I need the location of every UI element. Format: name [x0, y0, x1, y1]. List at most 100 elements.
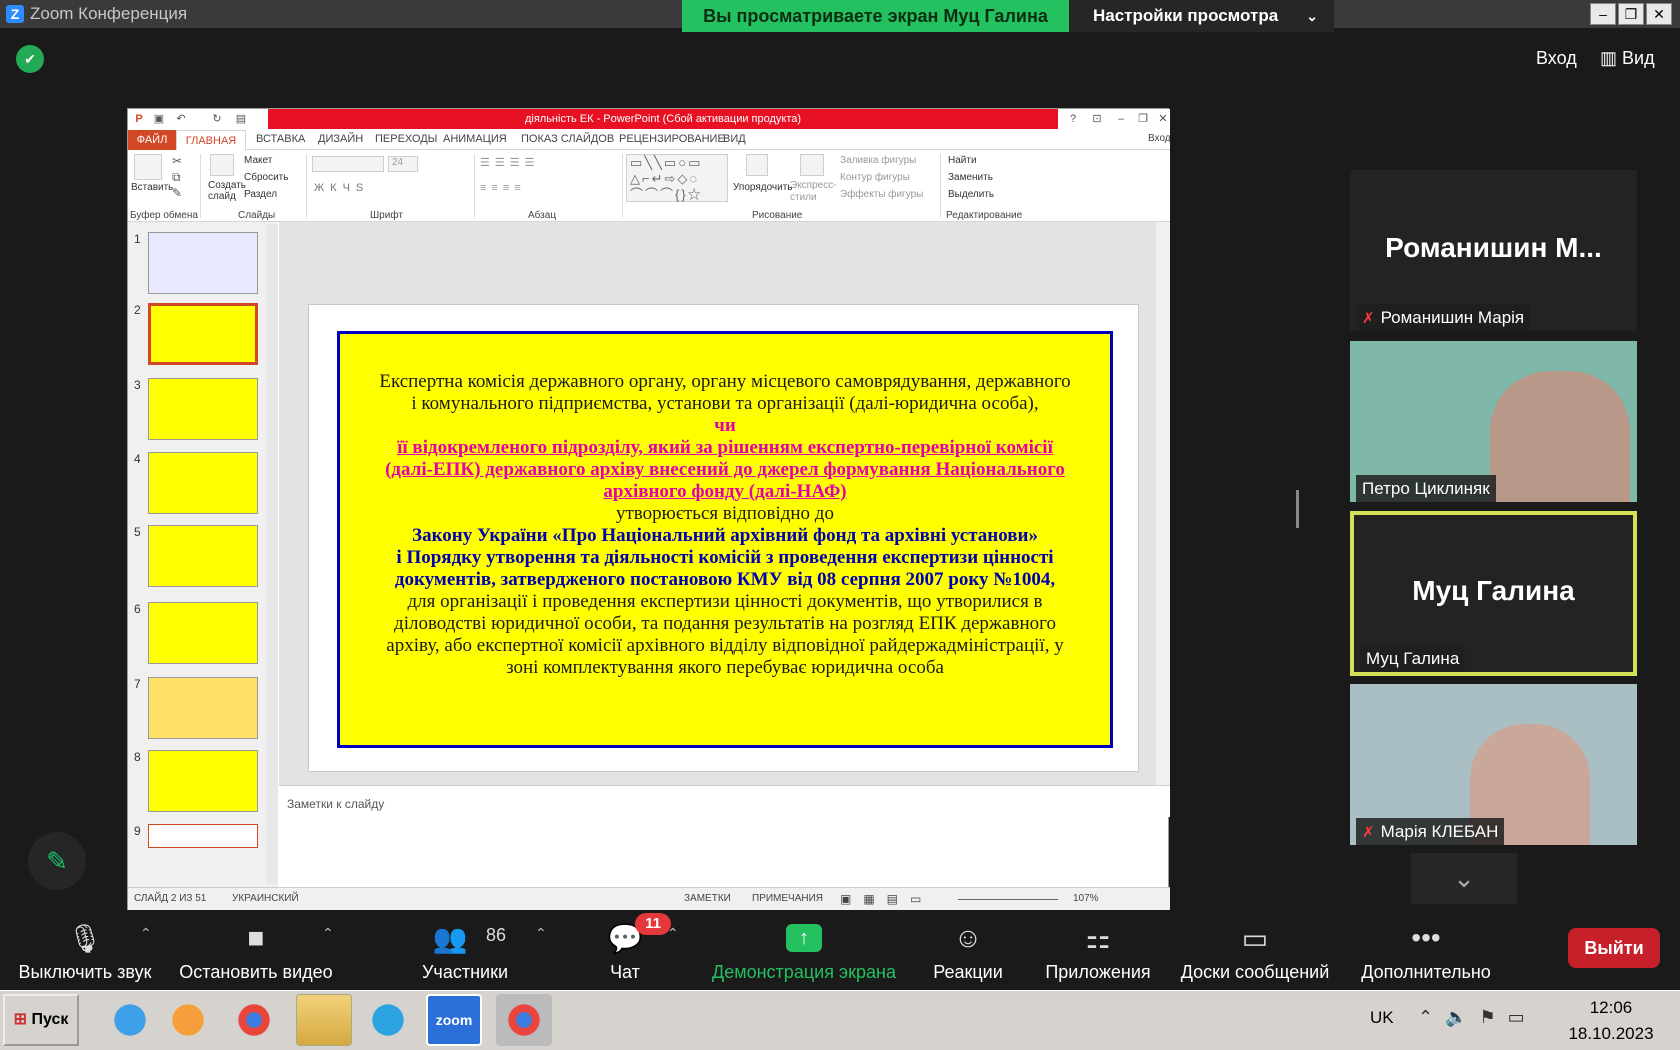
zoom-slider[interactable]	[958, 899, 1058, 900]
paste-button[interactable]: Вставить	[131, 182, 173, 193]
layout-button[interactable]: Макет	[244, 155, 272, 166]
tab-design[interactable]: ДИЗАЙН	[318, 133, 363, 145]
slide-thumb-4[interactable]	[148, 452, 258, 514]
start-button[interactable]: ⊞ Пуск	[3, 994, 79, 1046]
shape-outline-button[interactable]: Контур фигуры	[840, 172, 910, 183]
save-icon[interactable]: ▣	[152, 112, 166, 126]
share-screen-button[interactable]: ↑ Демонстрация экрана	[700, 910, 908, 990]
minimize-button[interactable]: –	[1590, 3, 1616, 25]
whiteboards-button[interactable]: ▭ Доски сообщений	[1175, 910, 1335, 990]
signin-button[interactable]: Вход	[1536, 48, 1577, 69]
mute-button[interactable]: 🎙 Выключить звук	[10, 910, 160, 990]
help-icon[interactable]: ?	[1066, 112, 1080, 126]
language-indicator[interactable]: УКРАИНСКИЙ	[232, 893, 299, 904]
thumbnails-scrollbar[interactable]	[266, 224, 278, 884]
participant-tile[interactable]: Романишин М... ✗ Романишин Марія	[1350, 170, 1637, 331]
align-icons[interactable]: ≡≡≡≡	[480, 182, 526, 194]
participants-button[interactable]: 👥 86 Участники	[410, 910, 520, 990]
close-button[interactable]: ✕	[1646, 3, 1672, 25]
language-indicator[interactable]: UK	[1370, 1008, 1394, 1028]
participant-tile-active[interactable]: Муц Галина Муц Галина	[1350, 511, 1637, 676]
reset-button[interactable]: Сбросить	[244, 172, 288, 183]
find-button[interactable]: Найти	[948, 155, 977, 166]
replace-button[interactable]: Заменить	[948, 172, 993, 183]
security-shield-icon[interactable]: ✔	[16, 45, 44, 73]
slide-scrollbar[interactable]	[1156, 222, 1170, 785]
view-options-button[interactable]: Настройки просмотра ⌄	[1069, 0, 1334, 32]
list-icons[interactable]: ☰☰☰☰	[480, 156, 539, 169]
video-button[interactable]: ■ Остановить видео	[175, 910, 337, 990]
slide-thumb-8[interactable]	[148, 750, 258, 812]
slide-thumb-5[interactable]	[148, 525, 258, 587]
view-mode-icons[interactable]: ▣▦▤▭	[840, 892, 933, 906]
slide-text-box[interactable]: Експертна комісія державного органу, орг…	[337, 331, 1113, 748]
tab-review[interactable]: РЕЦЕНЗИРОВАНИЕ	[619, 133, 725, 145]
zoom-app-icon[interactable]: zoom	[426, 994, 482, 1046]
slide-thumb-3[interactable]	[148, 378, 258, 440]
tab-home[interactable]: ГЛАВНАЯ	[176, 130, 246, 151]
redo-icon[interactable]: ↻	[210, 112, 224, 126]
comments-toggle[interactable]: ПРИМЕЧАНИЯ	[752, 893, 823, 904]
reactions-button[interactable]: ☺ Реакции	[922, 910, 1014, 990]
tray-icons[interactable]: ⌃🔈⚑▭	[1418, 1007, 1537, 1028]
slide-thumb-1[interactable]	[148, 232, 258, 294]
slide-thumb-9[interactable]	[148, 824, 258, 848]
tab-slideshow[interactable]: ПОКАЗ СЛАЙДОВ	[521, 133, 614, 145]
tab-file[interactable]: ФАЙЛ	[128, 130, 176, 150]
chrome-profile-icon[interactable]	[496, 994, 552, 1046]
cut-icon[interactable]: ✂	[172, 154, 182, 168]
quick-styles-icon[interactable]	[800, 154, 824, 176]
chrome-icon[interactable]	[226, 994, 282, 1046]
tab-insert[interactable]: ВСТАВКА	[256, 133, 305, 145]
leave-button[interactable]: Выйти	[1568, 928, 1660, 968]
notes-toggle[interactable]: ЗАМЕТКИ	[684, 893, 731, 904]
ppt-close-icon[interactable]: ✕	[1156, 112, 1170, 126]
font-format-icons[interactable]: ЖКЧS	[314, 182, 369, 194]
slideshow-icon[interactable]: ▤	[234, 112, 248, 126]
tab-view[interactable]: ВИД	[723, 133, 746, 145]
arrange-icon[interactable]	[746, 154, 768, 176]
restore-button[interactable]: ❐	[1618, 3, 1644, 25]
ppt-restore-icon[interactable]: ❐	[1136, 112, 1150, 126]
ppt-login-link[interactable]: Вход	[1148, 133, 1171, 144]
slide-thumb-7[interactable]	[148, 677, 258, 739]
select-button[interactable]: Выделить	[948, 189, 994, 200]
arrange-button[interactable]: Упорядочить	[733, 182, 793, 193]
chat-options-caret[interactable]: ⌃	[667, 925, 679, 942]
ribbon-display-icon[interactable]: ⊡	[1090, 112, 1104, 126]
more-button[interactable]: ••• Дополнительно	[1355, 910, 1497, 990]
zoom-level[interactable]: 107%	[1073, 893, 1099, 904]
shapes-gallery[interactable]: ▭╲╲▭○▭ △⌐↵⇨◇◌ ⌒⌒⌒{}☆	[626, 154, 728, 202]
apps-button[interactable]: ⚏ Приложения	[1040, 910, 1156, 990]
new-slide-icon[interactable]	[210, 154, 234, 176]
new-slide-button[interactable]: Создать слайд	[208, 180, 248, 202]
view-button[interactable]: ▥ Вид	[1600, 48, 1655, 69]
ppt-minimize-icon[interactable]: –	[1114, 112, 1128, 126]
tab-transitions[interactable]: ПЕРЕХОДЫ	[375, 133, 437, 145]
paste-icon[interactable]	[134, 154, 162, 180]
clock[interactable]: 12:06 18.10.2023	[1548, 995, 1674, 1047]
annotate-pencil-button[interactable]: ✎	[28, 832, 86, 890]
internet-explorer-icon[interactable]	[102, 994, 158, 1046]
participant-tile-video[interactable]: Петро Циклиняк	[1350, 341, 1637, 502]
participants-options-caret[interactable]: ⌃	[535, 925, 547, 942]
telegram-icon[interactable]	[360, 994, 416, 1046]
audio-options-caret[interactable]: ⌃	[140, 925, 152, 942]
shape-effects-button[interactable]: Эффекты фигуры	[840, 189, 923, 200]
notes-pane[interactable]: Заметки к слайду	[279, 785, 1170, 817]
panel-resize-handle[interactable]	[1296, 490, 1299, 528]
copy-icon[interactable]: ⧉	[172, 170, 181, 185]
format-painter-icon[interactable]: ✎	[172, 186, 182, 200]
media-player-icon[interactable]	[160, 994, 216, 1046]
quick-styles-button[interactable]: Экспресс-стили	[790, 180, 838, 204]
font-size-combo[interactable]: 24	[388, 156, 418, 172]
undo-icon[interactable]: ↶	[174, 112, 188, 126]
file-explorer-icon[interactable]	[296, 994, 352, 1046]
tab-animation[interactable]: АНИМАЦИЯ	[443, 133, 507, 145]
participants-scroll-down-button[interactable]: ⌄	[1411, 853, 1517, 904]
section-button[interactable]: Раздел	[244, 189, 277, 200]
video-options-caret[interactable]: ⌃	[322, 925, 334, 942]
slide-thumb-2[interactable]	[148, 303, 258, 365]
font-name-combo[interactable]	[312, 156, 384, 172]
participant-tile-video[interactable]: ✗ Марія КЛЕБАН	[1350, 684, 1637, 845]
